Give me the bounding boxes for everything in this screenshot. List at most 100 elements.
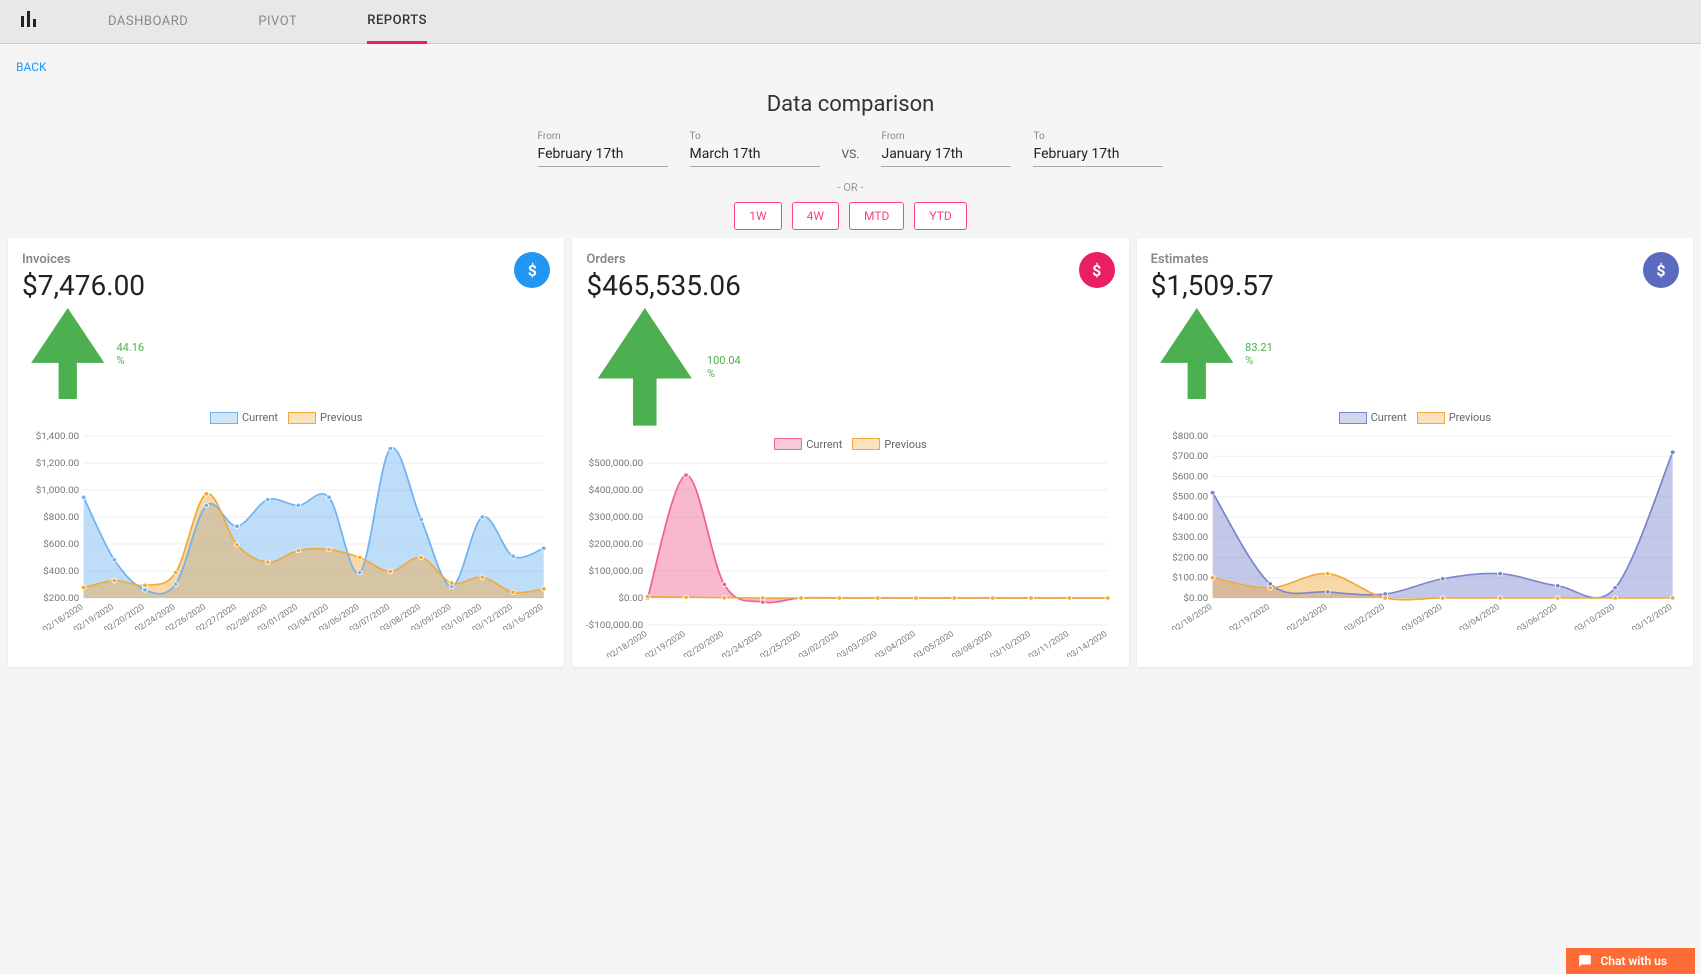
card-orders: Orders $465,535.06 100.04 % $ Current Pr… [572, 238, 1128, 667]
svg-text:03/03/2020: 03/03/2020 [1400, 603, 1445, 631]
svg-text:02/24/2020: 02/24/2020 [720, 629, 765, 657]
quick-1w[interactable]: 1W [734, 202, 781, 230]
svg-text:02/24/2020: 02/24/2020 [1285, 603, 1330, 631]
to-value: February 17th [1033, 142, 1163, 162]
logo-icon [20, 10, 38, 33]
card-estimates: Estimates $1,509.57 83.21 % $ Current Pr… [1137, 238, 1693, 667]
from-value: January 17th [881, 142, 1011, 162]
legend-previous[interactable]: Previous [852, 438, 926, 451]
card-amount: $7,476.00 [22, 269, 145, 302]
card-delta: 100.04 % [586, 308, 741, 426]
svg-text:$500.00: $500.00 [1172, 493, 1208, 503]
cards-row: Invoices $7,476.00 44.16 % $ Current Pre… [0, 230, 1701, 675]
card-title: Invoices [22, 252, 145, 267]
dollar-fab[interactable]: $ [1079, 252, 1115, 288]
arrow-up-icon [1151, 308, 1242, 399]
svg-text:$0.00: $0.00 [619, 593, 644, 603]
svg-text:$100.00: $100.00 [1172, 574, 1208, 584]
tab-pivot[interactable]: PIVOT [258, 1, 297, 42]
card-title: Orders [586, 252, 741, 267]
svg-text:03/05/2020: 03/05/2020 [912, 629, 957, 657]
date-from-left[interactable]: From February 17th [538, 131, 668, 167]
svg-text:03/04/2020: 03/04/2020 [1457, 603, 1502, 631]
svg-text:$100,000.00: $100,000.00 [589, 566, 644, 576]
to-value: March 17th [690, 142, 820, 162]
dollar-icon: $ [1656, 261, 1665, 280]
card-delta: 83.21 % [1151, 308, 1274, 399]
svg-text:$1,400.00: $1,400.00 [36, 432, 79, 442]
quick-range-row: 1W 4W MTD YTD [0, 202, 1701, 230]
svg-text:02/20/2020: 02/20/2020 [682, 629, 727, 657]
arrow-up-icon [22, 308, 113, 399]
svg-text:02/19/2020: 02/19/2020 [1227, 603, 1272, 631]
svg-text:03/02/2020: 03/02/2020 [797, 629, 842, 657]
card-invoices: Invoices $7,476.00 44.16 % $ Current Pre… [8, 238, 564, 667]
svg-text:02/18/2020: 02/18/2020 [605, 629, 650, 657]
chart-legend: Current Previous [586, 438, 1114, 451]
svg-text:$1,000.00: $1,000.00 [36, 486, 79, 496]
svg-text:$400.00: $400.00 [43, 567, 79, 577]
svg-text:$400.00: $400.00 [1172, 513, 1208, 523]
svg-text:$400,000.00: $400,000.00 [589, 485, 644, 495]
chart-legend: Current Previous [22, 411, 550, 424]
svg-text:03/14/2020: 03/14/2020 [1065, 629, 1110, 657]
legend-previous[interactable]: Previous [1417, 411, 1491, 424]
svg-text:03/08/2020: 03/08/2020 [950, 629, 995, 657]
quick-mtd[interactable]: MTD [849, 202, 904, 230]
svg-text:$300,000.00: $300,000.00 [589, 512, 644, 522]
svg-text:02/25/2020: 02/25/2020 [759, 629, 804, 657]
svg-text:$0.00: $0.00 [1183, 594, 1208, 604]
legend-current[interactable]: Current [774, 438, 842, 451]
svg-text:$600.00: $600.00 [1172, 472, 1208, 482]
svg-text:$500,000.00: $500,000.00 [589, 458, 644, 468]
legend-previous[interactable]: Previous [288, 411, 362, 424]
chart-estimates[interactable]: $0.00 $100.00 $200.00 $300.00 $400.00 $500.00… [1151, 430, 1679, 630]
svg-text:$200,000.00: $200,000.00 [589, 539, 644, 549]
date-to-left[interactable]: To March 17th [690, 131, 820, 167]
dollar-fab[interactable]: $ [514, 252, 550, 288]
svg-text:$600.00: $600.00 [43, 540, 79, 550]
svg-text:03/04/2020: 03/04/2020 [874, 629, 919, 657]
or-separator: - OR - [0, 181, 1701, 194]
svg-text:$800.00: $800.00 [1172, 432, 1208, 442]
card-title: Estimates [1151, 252, 1274, 267]
from-label: From [538, 131, 668, 142]
chart-invoices[interactable]: $200.00 $400.00 $600.00 $800.00 $1,000.00 $1,… [22, 430, 550, 630]
page-title: Data comparison [0, 92, 1701, 117]
dollar-icon: $ [528, 261, 537, 280]
tab-dashboard[interactable]: DASHBOARD [108, 1, 188, 42]
legend-current[interactable]: Current [1339, 411, 1407, 424]
date-range-row: From February 17th To March 17th VS. Fro… [0, 131, 1701, 167]
legend-current[interactable]: Current [210, 411, 278, 424]
tab-reports[interactable]: REPORTS [367, 0, 427, 44]
svg-text:02/18/2020: 02/18/2020 [1170, 603, 1215, 631]
date-from-right[interactable]: From January 17th [881, 131, 1011, 167]
from-label: From [881, 131, 1011, 142]
svg-text:$1,200.00: $1,200.00 [36, 459, 79, 469]
dollar-fab[interactable]: $ [1643, 252, 1679, 288]
date-to-right[interactable]: To February 17th [1033, 131, 1163, 167]
chart-legend: Current Previous [1151, 411, 1679, 424]
quick-4w[interactable]: 4W [792, 202, 839, 230]
svg-text:03/06/2020: 03/06/2020 [1515, 603, 1560, 631]
card-amount: $465,535.06 [586, 269, 741, 302]
arrow-up-icon [586, 308, 704, 426]
svg-text:$200.00: $200.00 [43, 594, 79, 604]
chart-orders[interactable]: -$100,000.00$0.00$100,000.00$200,000.00$… [586, 457, 1114, 657]
quick-ytd[interactable]: YTD [914, 202, 966, 230]
back-link[interactable]: BACK [16, 60, 1701, 74]
chat-label: Chat with us [1600, 954, 1667, 968]
svg-text:03/03/2020: 03/03/2020 [835, 629, 880, 657]
chat-widget[interactable]: Chat with us [1566, 948, 1695, 974]
card-delta: 44.16 % [22, 308, 145, 399]
svg-text:$300.00: $300.00 [1172, 533, 1208, 543]
chat-icon [1578, 954, 1592, 968]
dollar-icon: $ [1092, 261, 1101, 280]
to-label: To [690, 131, 820, 142]
svg-text:$700.00: $700.00 [1172, 452, 1208, 462]
svg-text:03/11/2020: 03/11/2020 [1027, 629, 1072, 657]
svg-text:$200.00: $200.00 [1172, 553, 1208, 563]
card-amount: $1,509.57 [1151, 269, 1274, 302]
svg-text:03/10/2020: 03/10/2020 [1572, 603, 1617, 631]
svg-text:$800.00: $800.00 [43, 513, 79, 523]
